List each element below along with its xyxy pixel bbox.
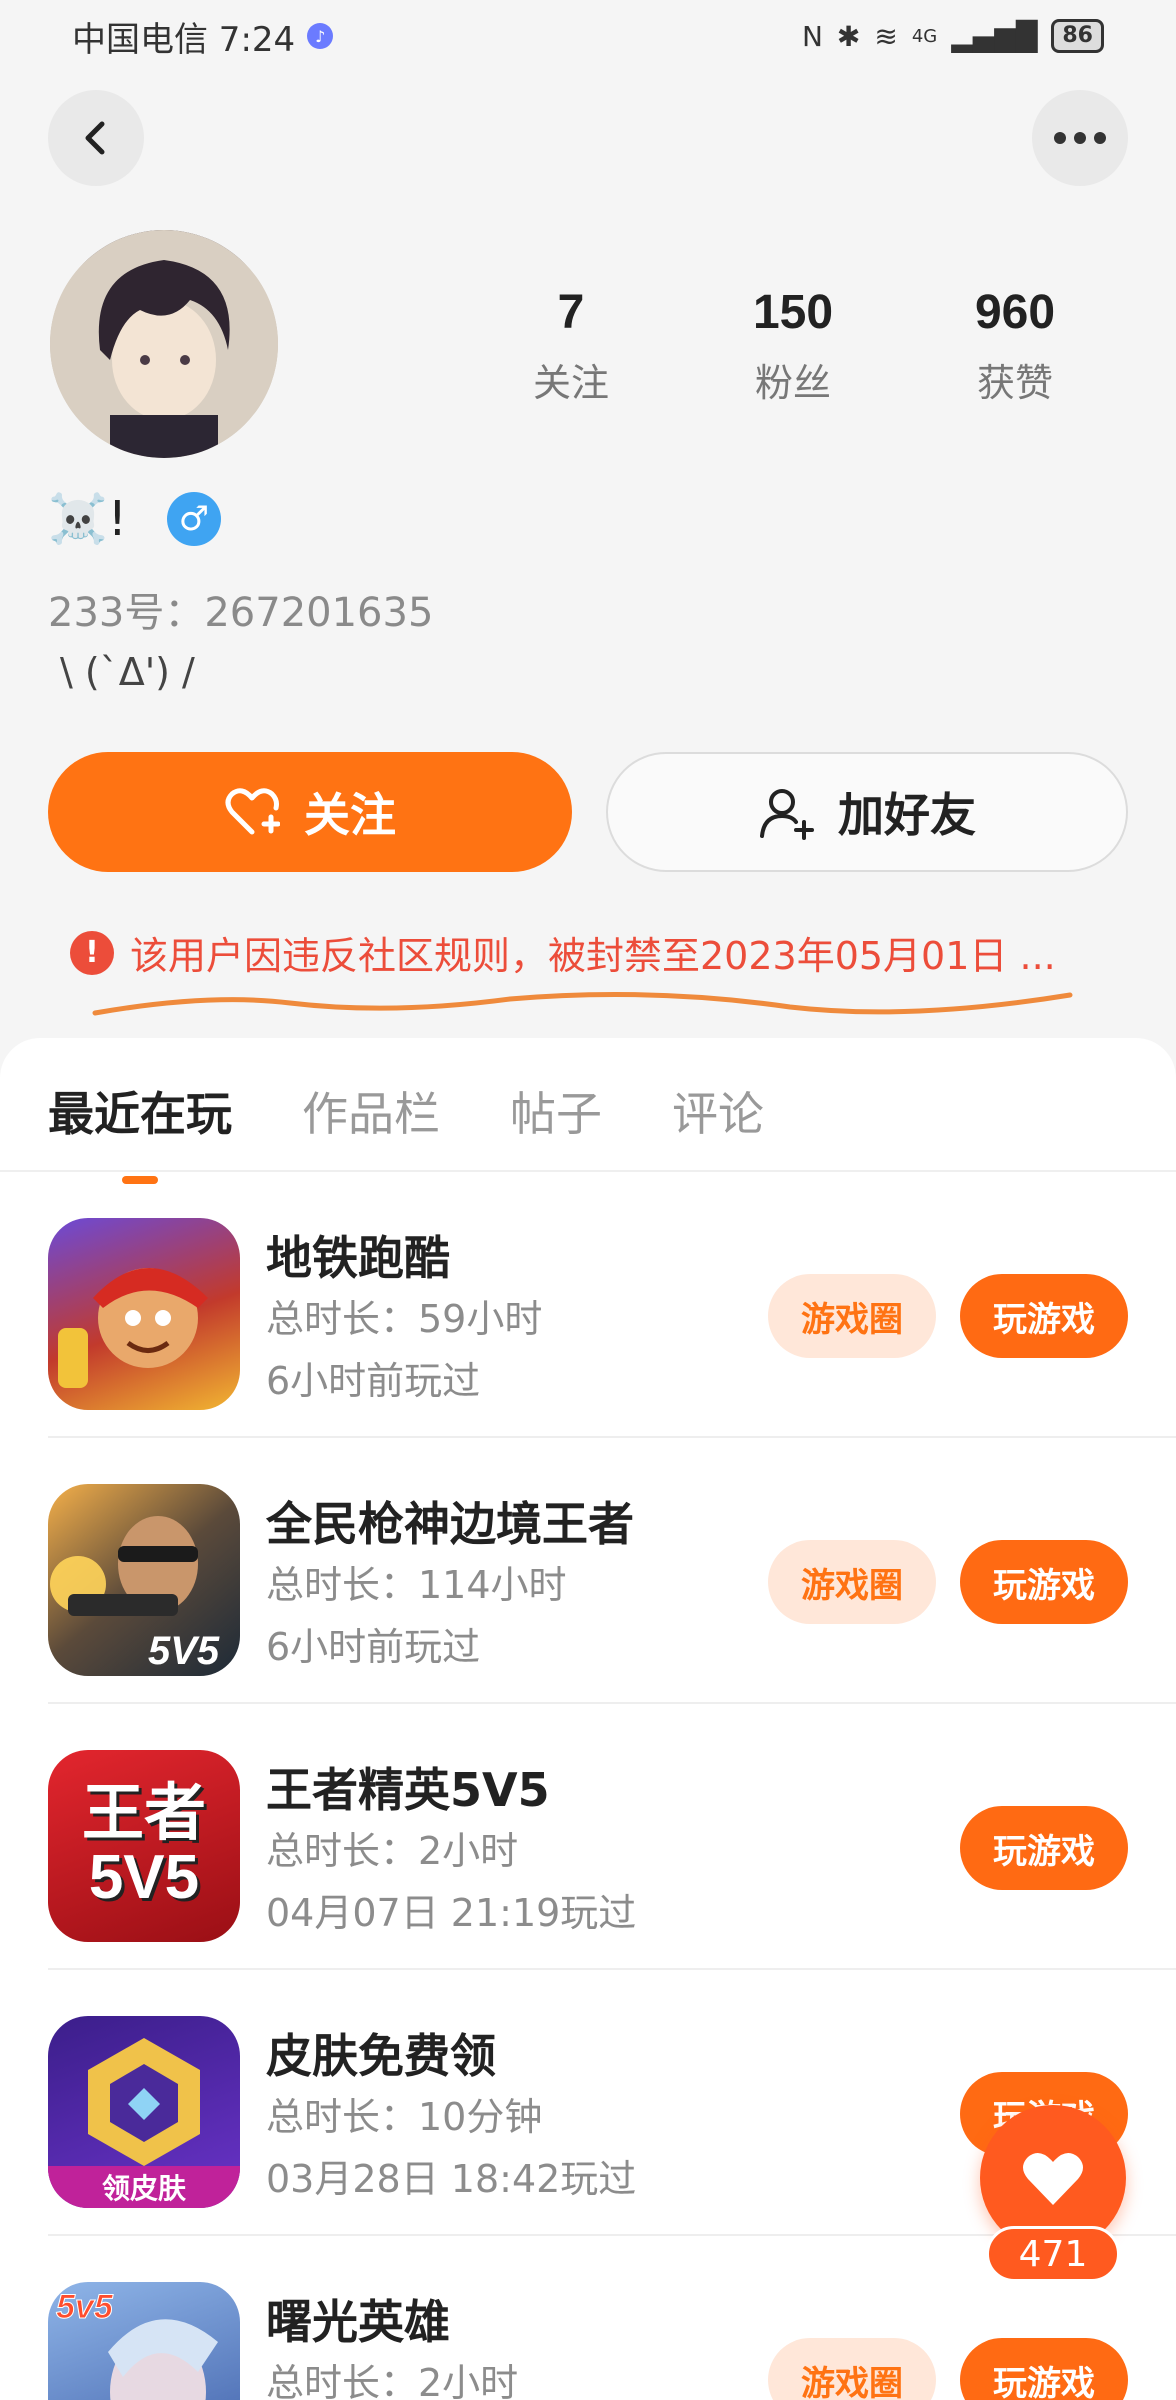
male-gender-icon: ♂ xyxy=(167,491,222,546)
subway-surfers-art xyxy=(58,1268,208,1388)
add-friend-label: 加好友 xyxy=(838,788,976,842)
user-bio: \ (`Δ') / xyxy=(60,650,195,694)
game-circle-button[interactable]: 游戏圈 xyxy=(768,2338,936,2400)
free-skin-art: 领皮肤 xyxy=(48,2038,240,2208)
game-total-time: 总时长：2小时 xyxy=(266,2361,519,2400)
status-right: N ✱ ≋ 4G ▂▄▆█ 86 xyxy=(802,19,1104,53)
game-circle-button[interactable]: 游戏圈 xyxy=(768,1274,936,1358)
wifi-icon: ≋ xyxy=(874,19,898,53)
music-icon: ♪ xyxy=(307,23,334,49)
game-last-played: 6小时前玩过 xyxy=(266,1359,481,1403)
icon-text: 领皮肤 xyxy=(102,2172,187,2205)
follow-button[interactable]: 关注 xyxy=(48,752,572,872)
kings-elite-icon[interactable]: 王者 5V5 xyxy=(48,1750,240,1942)
nfc-icon: N xyxy=(801,19,823,53)
bluetooth-icon: ✱ xyxy=(836,19,861,53)
tab-label: 最近在玩 xyxy=(48,1087,232,1141)
avatar[interactable] xyxy=(50,230,278,458)
shooter-game-icon[interactable]: 5V5 xyxy=(48,1484,240,1676)
fans-count: 150 xyxy=(752,286,834,339)
tab-bar: 最近在玩 作品栏 帖子 评论 xyxy=(48,1078,764,1184)
follow-label: 关注 xyxy=(304,788,396,842)
play-game-button[interactable]: 玩游戏 xyxy=(960,1806,1128,1890)
game-row[interactable]: 地铁跑酷 总时长：59小时 6小时前玩过 游戏圈 玩游戏 xyxy=(0,1172,1176,1438)
game-total-time: 总时长：2小时 xyxy=(266,1829,519,1873)
add-friend-button[interactable]: 加好友 xyxy=(606,752,1128,872)
network-label: 4G xyxy=(911,25,938,47)
hand-drawn-underline xyxy=(92,992,1073,1016)
game-row[interactable]: 5V5 全民枪神边境王者 总时长：114小时 6小时前玩过 游戏圈 玩游戏 xyxy=(0,1438,1176,1704)
status-bar: 中国电信 7:24 ♪ N ✱ ≋ 4G ▂▄▆█ 86 xyxy=(0,0,1176,72)
game-circle-button[interactable]: 游戏圈 xyxy=(768,1540,936,1624)
game-total-time: 总时长：59小时 xyxy=(266,1297,543,1341)
more-dots-icon xyxy=(1054,132,1106,144)
game-total-time: 总时长：114小时 xyxy=(266,1563,567,1607)
user-id: 233号：267201635 xyxy=(48,590,434,636)
tab-works[interactable]: 作品栏 xyxy=(302,1078,440,1144)
nickname: ☠️! xyxy=(48,491,128,547)
game-name: 曙光英雄 xyxy=(266,2295,450,2349)
alert-icon: ! xyxy=(70,930,114,975)
avatar-illustration xyxy=(50,230,278,458)
status-left: 中国电信 7:24 ♪ xyxy=(72,12,334,61)
add-user-icon xyxy=(760,789,814,840)
signal-icon: ▂▄▆█ xyxy=(951,19,1038,53)
tab-label: 帖子 xyxy=(510,1087,602,1141)
game-name: 全民枪神边境王者 xyxy=(266,1497,634,1551)
play-game-button[interactable]: 玩游戏 xyxy=(960,2338,1128,2400)
play-game-button[interactable]: 玩游戏 xyxy=(960,1274,1128,1358)
game-name: 王者精英5V5 xyxy=(266,1763,550,1817)
tab-posts[interactable]: 帖子 xyxy=(510,1078,602,1144)
subway-surfers-icon[interactable] xyxy=(48,1218,240,1410)
likes-label: 获赞 xyxy=(976,361,1053,405)
nickname-row: ☠️! ♂ xyxy=(48,490,222,547)
following-count: 7 xyxy=(557,286,585,339)
game-row[interactable]: 王者 5V5 王者精英5V5 总时长：2小时 04月07日 21:19玩过 玩游… xyxy=(0,1704,1176,1970)
carrier-time: 中国电信 7:24 xyxy=(72,19,296,60)
game-last-played: 03月28日 18:42玩过 xyxy=(266,2157,637,2201)
chevron-left-icon xyxy=(85,121,105,155)
game-total-time: 总时长：10分钟 xyxy=(266,2095,543,2139)
fans-label: 粉丝 xyxy=(754,361,831,405)
stat-following[interactable]: 7 关注 xyxy=(460,285,682,407)
game-name: 地铁跑酷 xyxy=(266,1231,450,1285)
more-button[interactable] xyxy=(1032,90,1128,186)
icon-text: 5v5 xyxy=(56,2288,114,2326)
tab-comments[interactable]: 评论 xyxy=(672,1078,764,1144)
icon-text: 5V5 xyxy=(148,1629,220,1673)
ban-notice[interactable]: ! 该用户因违反社区规则，被封禁至2023年05月01日 ... xyxy=(70,925,1056,980)
tab-label: 作品栏 xyxy=(302,1087,440,1141)
game-name: 皮肤免费领 xyxy=(266,2029,496,2083)
battery-indicator: 86 xyxy=(1051,19,1104,53)
ban-notice-text: 该用户因违反社区规则，被封禁至2023年05月01日 ... xyxy=(130,934,1056,978)
play-game-button[interactable]: 玩游戏 xyxy=(960,1540,1128,1624)
game-last-played: 04月07日 21:19玩过 xyxy=(266,1891,637,1935)
icon-text: 王者 5V5 xyxy=(81,1779,206,1912)
dawn-hero-art: 5v5 xyxy=(56,2288,218,2400)
heart-plus-icon xyxy=(225,788,280,835)
likes-count: 960 xyxy=(974,286,1056,339)
stat-fans[interactable]: 150 粉丝 xyxy=(682,285,904,407)
heart-icon xyxy=(1023,2153,1083,2205)
following-label: 关注 xyxy=(532,361,609,405)
like-count: 471 xyxy=(986,2226,1120,2282)
free-skin-icon[interactable]: 领皮肤 xyxy=(48,2016,240,2208)
shooter-art: 5V5 xyxy=(50,1516,220,1673)
stat-likes[interactable]: 960 获赞 xyxy=(904,285,1126,407)
tab-label: 评论 xyxy=(672,1087,764,1141)
back-button[interactable] xyxy=(48,90,144,186)
profile-stats: 7 关注 150 粉丝 960 获赞 xyxy=(460,285,1126,407)
dawn-hero-icon[interactable]: 5v5 xyxy=(48,2282,240,2400)
tab-recently-played[interactable]: 最近在玩 xyxy=(48,1078,232,1184)
game-last-played: 6小时前玩过 xyxy=(266,1625,481,1669)
